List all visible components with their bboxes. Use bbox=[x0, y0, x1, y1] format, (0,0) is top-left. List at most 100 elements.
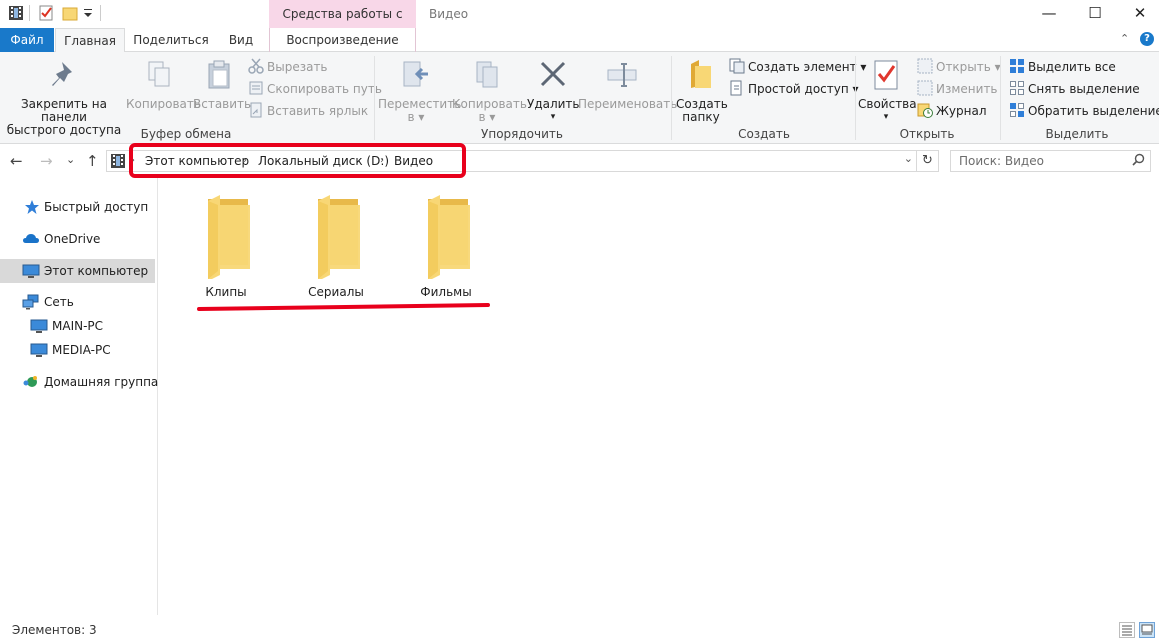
easy-access-button[interactable]: Простой доступ ▾ bbox=[729, 79, 859, 99]
nav-item-quick-access[interactable]: Быстрый доступ bbox=[0, 195, 155, 219]
new-folder-icon[interactable] bbox=[62, 5, 78, 21]
properties-button[interactable]: Свойства ▾ bbox=[858, 58, 917, 124]
new-folder-icon bbox=[685, 58, 717, 92]
navigation-pane: Быстрый доступ OneDrive Этот компьютер С… bbox=[0, 177, 158, 615]
nav-item-main-pc[interactable]: MAIN-PC bbox=[0, 314, 155, 338]
folder-name: Сериалы bbox=[308, 285, 364, 299]
delete-dropdown-icon[interactable]: ▾ bbox=[527, 111, 579, 124]
select-all-label: Выделить все bbox=[1028, 60, 1116, 74]
select-group-label: Выделить bbox=[1045, 127, 1109, 141]
cut-button[interactable]: Вырезать bbox=[248, 57, 328, 77]
video-folder-icon bbox=[110, 153, 126, 169]
paste-button[interactable]: Вставить bbox=[193, 58, 252, 111]
forward-button[interactable]: → bbox=[40, 152, 53, 170]
properties-icon[interactable] bbox=[38, 5, 54, 21]
copy-to-icon bbox=[471, 58, 503, 92]
rename-label: Переименовать bbox=[578, 97, 678, 111]
close-button[interactable]: ✕ bbox=[1117, 0, 1159, 28]
star-icon bbox=[24, 199, 40, 215]
new-item-label: Создать элемент ▾ bbox=[748, 60, 867, 74]
customize-qa-dropdown-icon[interactable] bbox=[82, 5, 98, 21]
copy-path-label: Скопировать путь bbox=[267, 82, 382, 96]
maximize-button[interactable]: ☐ bbox=[1072, 0, 1118, 28]
nav-item-label: Сеть bbox=[44, 295, 74, 309]
search-icon[interactable] bbox=[1132, 153, 1145, 170]
folder-item-series[interactable]: Сериалы bbox=[289, 193, 383, 301]
nav-item-media-pc[interactable]: MEDIA-PC bbox=[0, 338, 155, 362]
search-input[interactable] bbox=[951, 151, 1121, 171]
back-button[interactable]: ← bbox=[10, 152, 23, 170]
new-item-button[interactable]: Создать элемент ▾ bbox=[729, 57, 866, 77]
status-bar: Элементов: 3 bbox=[0, 619, 1159, 641]
refresh-button[interactable]: ↻ bbox=[917, 150, 939, 172]
history-icon bbox=[917, 102, 933, 118]
nav-item-onedrive[interactable]: OneDrive bbox=[0, 227, 155, 251]
nav-item-label: Домашняя группа bbox=[44, 375, 159, 389]
divider bbox=[100, 5, 101, 21]
recent-locations-button[interactable]: ⌄ bbox=[66, 153, 75, 166]
folder-name: Фильмы bbox=[420, 285, 472, 299]
details-view-icon[interactable] bbox=[1119, 622, 1135, 638]
cloud-icon bbox=[22, 231, 39, 247]
copy-path-button[interactable]: Скопировать путь bbox=[248, 79, 382, 99]
up-button[interactable]: ↑ bbox=[86, 152, 99, 170]
nav-item-network[interactable]: Сеть bbox=[0, 290, 155, 314]
tab-view[interactable]: Вид bbox=[216, 28, 266, 52]
properties-dropdown-icon[interactable]: ▾ bbox=[858, 111, 914, 124]
rename-button[interactable]: Переименовать bbox=[578, 58, 678, 111]
large-icons-view-icon[interactable] bbox=[1139, 622, 1155, 638]
copy-icon bbox=[143, 58, 175, 92]
nav-item-homegroup[interactable]: Домашняя группа bbox=[0, 370, 159, 394]
tab-playback[interactable]: Воспроизведение bbox=[269, 28, 416, 52]
folder-item-clips[interactable]: Клипы bbox=[179, 193, 273, 301]
folder-item-movies[interactable]: Фильмы bbox=[399, 193, 493, 301]
copy-button[interactable]: Копировать bbox=[126, 58, 201, 111]
history-button[interactable]: Журнал bbox=[917, 101, 987, 121]
ribbon: Закрепить на панели быстрого доступа Коп… bbox=[0, 52, 1159, 144]
address-highlight-annotation bbox=[129, 143, 466, 178]
open-group-label: Открыть bbox=[899, 127, 955, 141]
delete-button[interactable]: Удалить ▾ bbox=[527, 58, 580, 124]
tab-home[interactable]: Главная bbox=[55, 28, 125, 53]
address-history-dropdown-icon[interactable]: ⌄ bbox=[904, 152, 913, 165]
help-icon[interactable]: ? bbox=[1140, 32, 1154, 46]
edit-label: Изменить bbox=[936, 82, 998, 96]
nav-item-label: Этот компьютер bbox=[44, 264, 149, 278]
folder-icon bbox=[304, 195, 368, 281]
new-item-icon bbox=[729, 58, 745, 74]
new-folder-button[interactable]: Создать папку bbox=[676, 58, 728, 124]
rename-icon bbox=[606, 58, 638, 92]
video-tools-context-header: Средства работы с видео bbox=[269, 0, 416, 49]
paste-shortcut-button[interactable]: Вставить ярлык bbox=[248, 101, 368, 121]
pin-to-quick-access-button[interactable]: Закрепить на панели быстрого доступа bbox=[4, 58, 124, 137]
tab-file[interactable]: Файл bbox=[0, 28, 54, 52]
delete-label: Удалить bbox=[527, 97, 580, 111]
folder-name: Клипы bbox=[205, 285, 247, 299]
copy-to-button[interactable]: Копировать в ▾ bbox=[452, 58, 527, 124]
select-none-label: Снять выделение bbox=[1028, 82, 1140, 96]
properties-label: Свойства bbox=[858, 97, 917, 111]
history-label: Журнал bbox=[936, 104, 987, 118]
minimize-button[interactable]: — bbox=[1026, 0, 1072, 28]
computer-icon bbox=[30, 318, 48, 334]
invert-selection-button[interactable]: Обратить выделение bbox=[1009, 101, 1159, 121]
select-none-button[interactable]: Снять выделение bbox=[1009, 79, 1140, 99]
folder-icon bbox=[414, 195, 478, 281]
invert-selection-icon bbox=[1009, 102, 1025, 118]
nav-item-this-pc[interactable]: Этот компьютер bbox=[0, 259, 155, 283]
paste-label: Вставить bbox=[193, 97, 252, 111]
search-box[interactable] bbox=[950, 150, 1151, 172]
window-title: Видео bbox=[429, 7, 469, 21]
select-all-icon bbox=[1009, 58, 1025, 74]
open-button[interactable]: Открыть ▾ bbox=[917, 57, 1001, 77]
collapse-ribbon-icon[interactable]: ⌃ bbox=[1120, 32, 1129, 45]
properties-checkmark-icon bbox=[870, 58, 902, 92]
tab-share[interactable]: Поделиться bbox=[127, 28, 215, 52]
edit-button[interactable]: Изменить bbox=[917, 79, 998, 99]
organize-group-label: Упорядочить bbox=[481, 127, 563, 141]
move-to-button[interactable]: Переместить в ▾ bbox=[378, 58, 461, 124]
group-separator bbox=[671, 56, 672, 140]
video-folder-icon[interactable] bbox=[8, 5, 24, 21]
clipboard-group-label: Буфер обмена bbox=[140, 127, 232, 141]
select-all-button[interactable]: Выделить все bbox=[1009, 57, 1116, 77]
